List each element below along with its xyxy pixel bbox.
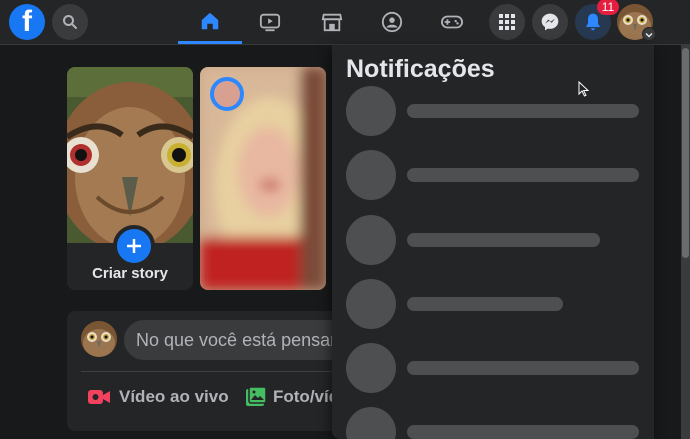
- live-video-label: Vídeo ao vivo: [119, 387, 229, 406]
- menu-button[interactable]: [489, 4, 525, 40]
- tab-marketplace[interactable]: [300, 0, 364, 44]
- account-menu-chevron[interactable]: [642, 27, 656, 41]
- loading-avatar-placeholder: [346, 215, 396, 265]
- create-story-label: Criar story: [92, 265, 168, 282]
- chevron-down-icon: [645, 32, 653, 38]
- logo-letter: f: [22, 5, 32, 38]
- loading-avatar-placeholder: [346, 279, 396, 329]
- grid-menu-icon: [499, 14, 515, 30]
- owl-avatar-image: [81, 321, 117, 357]
- store-icon: [321, 13, 343, 32]
- messenger-icon: [541, 13, 559, 31]
- composer-divider: [81, 371, 361, 372]
- owl-story-image: [67, 67, 193, 243]
- loading-text-placeholder: [407, 233, 600, 247]
- loading-text-placeholder: [407, 104, 639, 118]
- search-button[interactable]: [52, 4, 88, 40]
- story-card[interactable]: [200, 67, 326, 290]
- live-video-icon: [88, 390, 110, 404]
- notifications-panel: Notificações: [332, 45, 654, 439]
- tab-home[interactable]: [178, 0, 242, 44]
- loading-text-placeholder: [407, 168, 639, 182]
- photo-icon: [246, 386, 267, 406]
- tab-groups[interactable]: [360, 0, 424, 44]
- bell-icon: [586, 13, 600, 31]
- plus-icon: [127, 239, 141, 253]
- home-icon: [201, 12, 219, 29]
- groups-icon: [381, 11, 403, 33]
- post-composer: No que você está pensando? Vídeo ao vivo…: [67, 311, 384, 431]
- search-icon: [63, 15, 77, 29]
- loading-avatar-placeholder: [346, 407, 396, 439]
- notification-count-badge: 11: [597, 0, 619, 15]
- page-scrollbar-thumb[interactable]: [682, 48, 689, 258]
- gamepad-icon: [441, 15, 463, 29]
- tab-watch[interactable]: [238, 0, 302, 44]
- loading-text-placeholder: [407, 425, 639, 439]
- composer-avatar[interactable]: [81, 321, 117, 357]
- notifications-title: Notificações: [346, 55, 495, 83]
- top-navigation-bar: f 11: [0, 0, 690, 45]
- loading-text-placeholder: [407, 361, 639, 375]
- add-story-button[interactable]: [113, 225, 155, 267]
- loading-text-placeholder: [407, 297, 563, 311]
- mouse-cursor-icon: [578, 81, 589, 97]
- loading-avatar-placeholder: [346, 86, 396, 136]
- live-video-button[interactable]: Vídeo ao vivo: [87, 385, 229, 409]
- story-author-avatar: [210, 77, 244, 111]
- create-story-card[interactable]: Criar story: [67, 67, 193, 290]
- loading-avatar-placeholder: [346, 150, 396, 200]
- messenger-button[interactable]: [532, 4, 568, 40]
- loading-avatar-placeholder: [346, 343, 396, 393]
- tab-gaming[interactable]: [420, 0, 484, 44]
- facebook-logo[interactable]: f: [9, 4, 45, 40]
- video-icon: [259, 13, 281, 32]
